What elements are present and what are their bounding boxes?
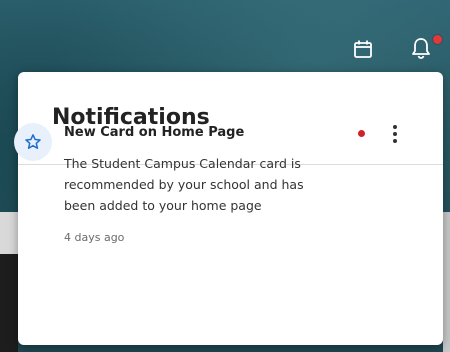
notification-timestamp: 4 days ago [64,231,125,244]
star-icon [25,134,41,149]
notification-title[interactable]: New Card on Home Page [64,125,244,140]
notification-body: The Student Campus Calendar card is reco… [64,153,364,216]
notifications-header: Notifications [18,72,443,165]
background-panel-edge [0,212,18,254]
more-options-icon[interactable] [388,122,402,146]
calendar-icon[interactable] [352,38,374,60]
unread-indicator [358,130,365,137]
notification-body-line: been added to your home page [64,198,262,213]
notification-badge [432,34,443,45]
bell-icon[interactable] [410,36,432,59]
notification-body-line: recommended by your school and has [64,177,304,192]
notification-icon-circle [14,123,52,161]
notification-body-line: The Student Campus Calendar card is [64,156,301,171]
background-panel-edge-right [443,212,450,352]
background-panel-edge-dark [0,254,18,352]
